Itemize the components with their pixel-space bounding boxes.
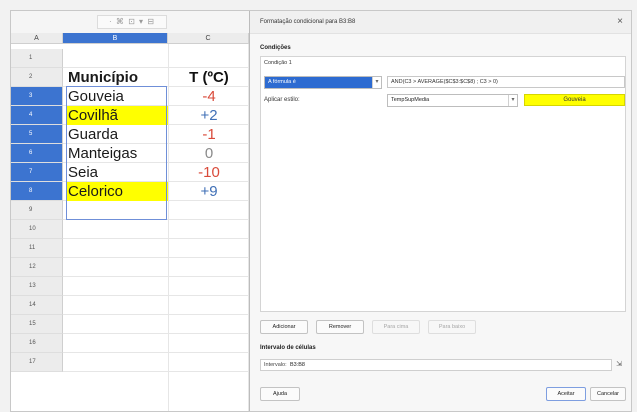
row-header[interactable]: 12 [11, 258, 63, 277]
cell-municipio[interactable]: Manteigas [66, 144, 168, 163]
help-button[interactable]: Ajuda [260, 387, 300, 401]
cell-range-row: Intervalo: B3:B8 [260, 359, 612, 371]
range-value: B3:B8 [290, 362, 305, 368]
cell-temperature[interactable]: -1 [169, 125, 249, 144]
gridline [63, 295, 249, 296]
style-select[interactable]: TempSupMedia ▾ [387, 94, 518, 107]
column-header-a[interactable]: A [11, 33, 63, 44]
style-preview: Gouveia [524, 94, 625, 106]
range-input[interactable]: Intervalo: B3:B8 [260, 359, 612, 371]
condition-type-select[interactable]: A fórmula é ▾ [264, 76, 382, 89]
row-header[interactable]: 7 [11, 163, 63, 182]
condition-panel: Condição 1 A fórmula é ▾ AND(C3 > AVERAG… [260, 56, 626, 312]
cell-municipio[interactable]: Covilhã [66, 106, 168, 125]
row-header[interactable]: 1 [11, 49, 63, 68]
row-header[interactable]: 10 [11, 220, 63, 239]
close-icon[interactable]: × [617, 11, 623, 33]
row-header[interactable]: 6 [11, 144, 63, 163]
column-header-c[interactable]: C [168, 33, 249, 44]
gridline [63, 276, 249, 277]
cell-range-label: Intervalo de células [260, 345, 316, 351]
chevron-down-icon: ▾ [372, 77, 381, 88]
conditional-formatting-dialog: Formatação condicional para B3:B8 × Cond… [249, 11, 631, 411]
gridline [63, 352, 249, 353]
gridline [63, 371, 249, 372]
formula-input[interactable]: AND(C3 > AVERAGE($C$3:$C$8) ; C3 > 0) [387, 76, 625, 88]
header-municipio[interactable]: Município [66, 68, 168, 87]
toolbar-widget[interactable]: · ⌘ ⊡ ▾ ⊟ [97, 15, 167, 29]
gridline [63, 219, 249, 220]
header-temperature[interactable]: T (ºC) [169, 68, 249, 87]
gridline [63, 314, 249, 315]
range-label: Intervalo: [264, 362, 287, 368]
row-header[interactable]: 17 [11, 353, 63, 372]
style-value: TempSupMedia [391, 97, 430, 103]
row-header[interactable]: 4 [11, 106, 63, 125]
cancel-button[interactable]: Cancelar [590, 387, 626, 401]
dialog-title: Formatação condicional para B3:B8 [260, 19, 356, 25]
apply-style-label: Aplicar estilo: [264, 97, 300, 103]
row-header[interactable]: 16 [11, 334, 63, 353]
cell-temperature[interactable]: -4 [169, 87, 249, 106]
condition-type-value: A fórmula é [265, 77, 372, 88]
move-down-button[interactable]: Para baixo [428, 320, 476, 334]
row-header[interactable]: 9 [11, 201, 63, 220]
spreadsheet-area: · ⌘ ⊡ ▾ ⊟ ABC 1 2 3 4 5 6 7 8 9 10 11 12 13 14 15 16 17 … [11, 11, 249, 411]
gridline [63, 333, 249, 334]
app-window: · ⌘ ⊡ ▾ ⊟ ABC 1 2 3 4 5 6 7 8 9 10 11 12 13 14 15 16 17 … [10, 10, 632, 412]
sheet-toolbar: · ⌘ ⊡ ▾ ⊟ [11, 11, 249, 34]
row-header[interactable]: 15 [11, 315, 63, 334]
move-up-button[interactable]: Para cima [372, 320, 420, 334]
cell-municipio[interactable]: Gouveia [66, 87, 168, 106]
cell-temperature[interactable]: +9 [169, 182, 249, 201]
conditions-label: Condições [260, 45, 291, 51]
shrink-dialog-icon[interactable]: ⇲ [612, 359, 626, 371]
dialog-titlebar: Formatação condicional para B3:B8 × [250, 11, 631, 34]
row-header[interactable]: 3 [11, 87, 63, 106]
ok-button[interactable]: Aceitar [546, 387, 586, 401]
row-header[interactable]: 14 [11, 296, 63, 315]
cell-municipio[interactable]: Guarda [66, 125, 168, 144]
cell-temperature[interactable]: 0 [169, 144, 249, 163]
row-header[interactable]: 5 [11, 125, 63, 144]
row-header[interactable]: 2 [11, 68, 63, 87]
row-header[interactable]: 13 [11, 277, 63, 296]
gridline [63, 257, 249, 258]
chevron-down-icon: ▾ [508, 95, 517, 106]
cell-municipio[interactable]: Celorico [66, 182, 168, 201]
remove-button[interactable]: Remover [316, 320, 364, 334]
condition-title: Condição 1 [264, 60, 292, 66]
row-header[interactable]: 8 [11, 182, 63, 201]
row-header[interactable]: 11 [11, 239, 63, 258]
gridline [63, 238, 249, 239]
cell-temperature[interactable]: -10 [169, 163, 249, 182]
column-header-b[interactable]: B [63, 33, 168, 44]
add-button[interactable]: Adicionar [260, 320, 308, 334]
cell-municipio[interactable]: Seia [66, 163, 168, 182]
cell-temperature[interactable]: +2 [169, 106, 249, 125]
